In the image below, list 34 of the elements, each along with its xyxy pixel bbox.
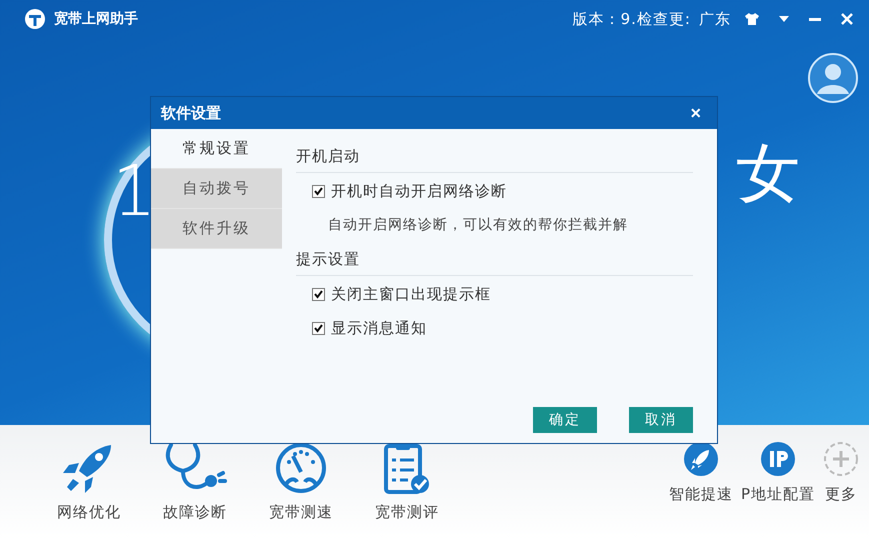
version-text: 版本：9.检查更: [572, 10, 691, 28]
ip-icon [760, 441, 796, 477]
tool-button[interactable]: 宽带测速 [248, 439, 354, 522]
tool-button[interactable]: 更多 [821, 441, 861, 504]
section-heading: 开机启动 [296, 147, 693, 173]
tool-button[interactable]: 宽带测评 [354, 439, 460, 522]
checkbox[interactable] [312, 185, 325, 198]
section-heading: 提示设置 [296, 250, 693, 276]
dialog-title: 软件设置 [161, 104, 222, 122]
shirt-icon [745, 13, 759, 25]
checkbox[interactable] [312, 322, 325, 335]
region-text: 广东 [699, 10, 731, 28]
settings-tab[interactable]: 软件升级 [151, 209, 282, 249]
cancel-button[interactable]: 取消 [629, 407, 693, 433]
ok-button[interactable]: 确定 [533, 407, 597, 433]
tool-button[interactable]: 故障诊断 [142, 439, 248, 522]
close-button[interactable]: × [684, 102, 707, 124]
checkbox[interactable] [312, 288, 325, 301]
logo-icon [24, 8, 46, 30]
avatar-icon[interactable] [807, 52, 859, 104]
hero-text: 女 [736, 136, 800, 213]
tool-button[interactable]: 网络优化 [36, 439, 142, 522]
gauge-icon [275, 442, 327, 494]
settings-tab[interactable]: 自动拨号 [151, 169, 282, 209]
close-icon [841, 13, 853, 25]
minimize-icon [809, 18, 821, 20]
app-title: 宽带上网助手 [54, 10, 138, 28]
dropdown-icon [779, 16, 789, 22]
checkbox-label: 显示消息通知 [331, 319, 427, 338]
checkbox-label: 开机时自动开启网络诊断 [331, 182, 507, 201]
checkbox-label: 关闭主窗口出现提示框 [331, 285, 491, 304]
tool-button[interactable]: P地址配置 [738, 441, 817, 504]
add-icon [823, 441, 859, 477]
description-text: 自动开启网络诊断，可以有效的帮你拦截并解 [327, 216, 629, 235]
